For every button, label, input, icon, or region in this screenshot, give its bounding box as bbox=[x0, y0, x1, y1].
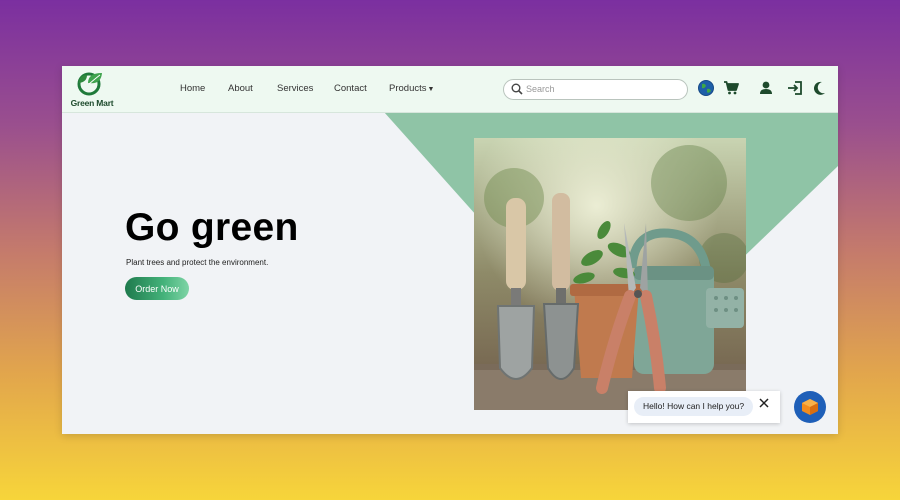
login-icon[interactable] bbox=[787, 80, 803, 96]
user-icon[interactable] bbox=[759, 80, 773, 96]
nav-home[interactable]: Home bbox=[180, 83, 205, 94]
hero-subtitle: Plant trees and protect the environment. bbox=[126, 258, 269, 267]
search-input[interactable] bbox=[526, 82, 676, 96]
search-box bbox=[503, 79, 688, 100]
nav-products-dropdown[interactable]: Products▼ bbox=[389, 83, 434, 94]
chat-greeting: Hello! How can I help you? bbox=[634, 397, 754, 416]
caret-down-icon: ▼ bbox=[427, 86, 435, 93]
brand-name: Green Mart bbox=[70, 98, 114, 108]
close-icon[interactable] bbox=[758, 397, 770, 409]
globe-icon[interactable] bbox=[698, 80, 714, 96]
nav-products-label: Products bbox=[389, 83, 427, 94]
chat-popup: Hello! How can I help you? bbox=[628, 391, 780, 423]
search-icon bbox=[511, 83, 523, 95]
navbar: Green Mart Home About Services Contact P… bbox=[62, 66, 838, 113]
nav-services[interactable]: Services bbox=[277, 83, 313, 94]
chat-bot-icon bbox=[802, 399, 818, 415]
hero-title: Go green bbox=[125, 206, 299, 249]
cart-icon[interactable] bbox=[723, 80, 739, 96]
logo[interactable]: Green Mart bbox=[68, 70, 114, 110]
garden-tools-image bbox=[474, 138, 746, 410]
nav-about[interactable]: About bbox=[228, 83, 253, 94]
website-frame: Green Mart Home About Services Contact P… bbox=[62, 66, 838, 434]
moon-icon[interactable] bbox=[812, 80, 826, 96]
chat-launcher-button[interactable] bbox=[794, 391, 826, 423]
leaf-logo-icon bbox=[77, 72, 102, 96]
order-now-button[interactable]: Order Now bbox=[125, 277, 189, 300]
nav-contact[interactable]: Contact bbox=[334, 83, 367, 94]
